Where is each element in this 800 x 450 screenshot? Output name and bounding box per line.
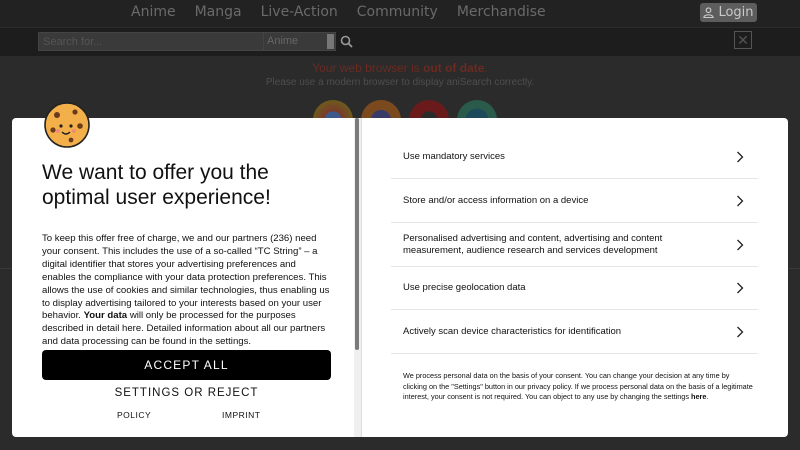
select-arrow-icon	[327, 34, 334, 49]
consent-headline: We want to offer you the optimal user ex…	[42, 161, 271, 209]
nav-item-merchandise[interactable]: Merchandise	[457, 4, 546, 20]
consent-body: To keep this offer free of charge, we an…	[42, 233, 332, 349]
pane-divider	[361, 118, 362, 437]
consent-left-pane: We want to offer you the optimal user ex…	[12, 118, 361, 437]
purpose-item[interactable]: Store and/or access information on a dev…	[391, 179, 758, 223]
settings-or-reject-button[interactable]: SETTINGS OR REJECT	[42, 387, 331, 399]
purpose-label: Personalised advertising and content, ad…	[403, 232, 663, 256]
warning-suffix: .	[484, 61, 488, 75]
warning-prefix: Your web browser is	[312, 61, 424, 75]
user-icon	[703, 7, 715, 18]
purpose-item[interactable]: Use mandatory services	[391, 135, 758, 179]
scrollbar-thumb[interactable]	[355, 118, 359, 350]
cookie-icon	[44, 102, 90, 148]
purpose-item[interactable]: Actively scan device characteristics for…	[391, 310, 758, 354]
purpose-item[interactable]: Use precise geolocation data	[391, 267, 758, 310]
chevron-right-icon	[737, 326, 744, 337]
nav-links: Anime Manga Live-Action Community Mercha…	[131, 4, 546, 20]
consent-body-bold: Your data	[83, 310, 128, 322]
purpose-label: Store and/or access information on a dev…	[403, 194, 589, 206]
consent-dialog: We want to offer you the optimal user ex…	[12, 118, 788, 437]
legal-here-link[interactable]: here	[691, 392, 706, 401]
close-icon[interactable]: ✕	[734, 31, 752, 49]
nav-item-community[interactable]: Community	[357, 4, 438, 20]
purpose-label: Use precise geolocation data	[403, 282, 526, 293]
search-button[interactable]	[337, 32, 355, 51]
browser-warning-subtext: Please use a modern browser to display a…	[265, 77, 535, 88]
search-category-select[interactable]: Anime	[263, 32, 336, 51]
purpose-list: Use mandatory services Store and/or acce…	[391, 135, 758, 354]
nav-item-anime[interactable]: Anime	[131, 4, 176, 20]
nav-item-manga[interactable]: Manga	[195, 4, 242, 20]
login-button[interactable]: Login	[700, 3, 757, 22]
warning-highlight: out of date	[423, 61, 485, 75]
chevron-right-icon	[737, 151, 744, 162]
accept-all-button[interactable]: ACCEPT ALL	[42, 350, 331, 380]
nav-item-live-action[interactable]: Live-Action	[261, 4, 338, 20]
legal-notice: We process personal data on the basis of…	[403, 371, 753, 403]
chevron-right-icon	[737, 239, 744, 250]
purpose-label: Use mandatory services	[403, 150, 505, 162]
search-input[interactable]: Search for...	[38, 32, 264, 51]
chevron-right-icon	[737, 195, 744, 206]
search-icon	[340, 35, 353, 48]
browser-warning: Your web browser is out of date.	[0, 61, 800, 75]
purpose-label: Actively scan device characteristics for…	[403, 325, 622, 337]
policy-link[interactable]: POLICY	[117, 410, 151, 420]
legal-end: .	[706, 392, 709, 402]
consent-body-main: To keep this offer free of charge, we an…	[42, 233, 330, 322]
search-category-value: Anime	[267, 35, 299, 47]
chevron-right-icon	[737, 282, 744, 294]
imprint-link[interactable]: IMPRINT	[222, 410, 260, 420]
purpose-item[interactable]: Personalised advertising and content, ad…	[391, 223, 758, 267]
login-label: Login	[718, 5, 754, 20]
